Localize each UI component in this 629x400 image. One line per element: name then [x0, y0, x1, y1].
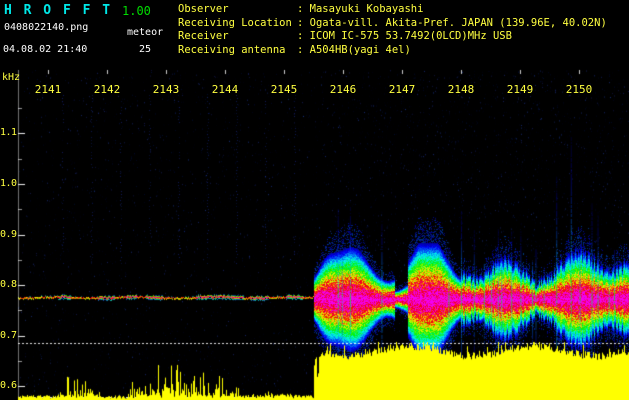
- info-row: Observer: Masayuki Kobayashi: [178, 3, 607, 17]
- info-row: Receiving Location: Ogata-vill. Akita-Pr…: [178, 17, 607, 31]
- info-value: ICOM IC-575 53.7492(0LCD)MHz USB: [309, 30, 512, 42]
- station-info: Observer: Masayuki Kobayashi Receiving Lo…: [178, 3, 607, 57]
- x-tick-label: 2149: [506, 83, 534, 96]
- datetime: 04.08.02 21:40: [3, 44, 88, 55]
- hrofft-screen: H R O F F T 1.00 0408022140.png meteor 0…: [0, 0, 629, 400]
- info-label: Receiving Location: [178, 16, 292, 29]
- freq-unit-label: kHz: [2, 72, 21, 83]
- x-tick-label: 2145: [270, 83, 298, 96]
- app-title: H R O F F T: [4, 3, 113, 18]
- info-label: Receiving antenna: [178, 43, 286, 56]
- x-tick-label: 2150: [565, 83, 593, 96]
- info-colon: :: [297, 43, 310, 56]
- meteor-count: 25: [139, 44, 152, 55]
- mode-label: meteor: [127, 27, 164, 38]
- info-colon: :: [297, 16, 310, 29]
- y-tick-label: 0.7: [0, 330, 17, 341]
- info-colon: :: [297, 3, 310, 15]
- x-tick-label: 2148: [447, 83, 475, 96]
- x-tick-label: 2144: [211, 83, 239, 96]
- y-tick-label: 1.1: [0, 127, 17, 138]
- info-row: Receiving antenna: A504HB(yagi 4el): [178, 44, 607, 58]
- info-value: A504HB(yagi 4el): [309, 43, 411, 56]
- app-version: 1.00: [122, 4, 151, 18]
- x-tick-label: 2143: [152, 83, 180, 96]
- y-tick-label: 0.8: [0, 279, 17, 290]
- x-tick-label: 2141: [34, 83, 62, 96]
- x-tick-label: 2147: [388, 83, 416, 96]
- x-tick-label: 2142: [93, 83, 121, 96]
- y-tick-label: 1.0: [0, 178, 17, 189]
- info-row: Receiver: ICOM IC-575 53.7492(0LCD)MHz U…: [178, 30, 607, 44]
- info-value: Masayuki Kobayashi: [309, 3, 424, 15]
- y-tick-label: 0.9: [0, 229, 17, 240]
- info-label: Receiver: [178, 30, 229, 42]
- filename: 0408022140.png: [4, 22, 89, 33]
- info-colon: :: [297, 30, 310, 42]
- info-value: Ogata-vill. Akita-Pref. JAPAN (139.96E, …: [309, 16, 607, 29]
- x-tick-label: 2146: [329, 83, 357, 96]
- header: H R O F F T 1.00 0408022140.png meteor 0…: [0, 0, 629, 64]
- info-label: Observer: [178, 3, 229, 15]
- y-tick-label: 0.6: [0, 380, 17, 391]
